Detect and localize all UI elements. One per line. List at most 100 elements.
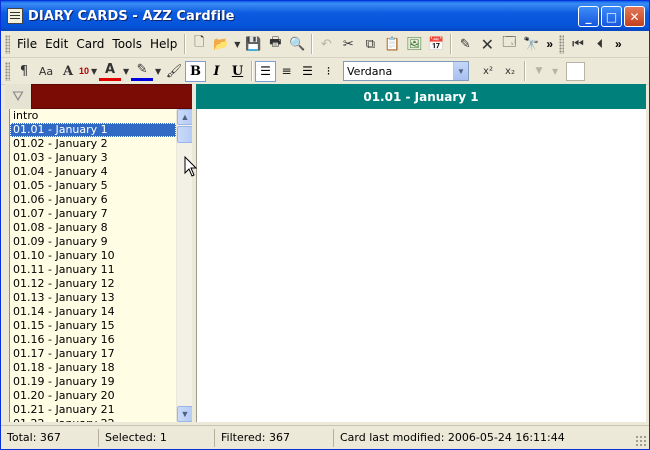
scroll-up-icon[interactable]: ▲ [177, 109, 193, 125]
card-list-item[interactable]: 01.20 - January 20 [10, 389, 176, 403]
card-list-item[interactable]: 01.14 - January 14 [10, 305, 176, 319]
toolbar-grip[interactable] [5, 34, 10, 54]
paragraph-icon[interactable]: ¶ [13, 60, 35, 82]
title-bar[interactable]: DIARY CARDS - AZZ Cardfile _ □ ✕ [1, 1, 649, 31]
format-painter-icon[interactable]: 🖌 [163, 60, 185, 82]
mouse-pointer-icon [184, 156, 198, 177]
close-button[interactable]: ✕ [624, 6, 645, 27]
card-list-item[interactable]: 01.17 - January 17 [10, 347, 176, 361]
scroll-down-icon[interactable]: ▼ [177, 406, 193, 422]
menu-card[interactable]: Card [72, 35, 108, 53]
underline-button[interactable]: U [227, 61, 248, 82]
subscript-icon[interactable]: x₂ [499, 60, 521, 82]
font-color-icon[interactable]: A [99, 61, 122, 81]
minimize-button[interactable]: _ [578, 6, 599, 27]
print-icon[interactable]: 🖶 [264, 33, 286, 55]
toolbar-separator [524, 61, 526, 81]
toolbar-overflow-chevron[interactable]: » [546, 37, 553, 51]
chevron-down-icon[interactable]: ▼ [453, 62, 469, 80]
cardfile-app-icon[interactable] [7, 8, 23, 24]
menu-file[interactable]: File [13, 35, 41, 53]
card-list-item[interactable]: 01.04 - January 4 [10, 165, 176, 179]
card-list-item[interactable]: 01.09 - January 9 [10, 235, 176, 249]
card-list-item[interactable]: 01.18 - January 18 [10, 361, 176, 375]
insert-picture-icon[interactable]: 🖼 [403, 33, 425, 55]
delete-card-icon[interactable]: ✕ [476, 33, 498, 55]
toolbar-grip[interactable] [5, 61, 10, 81]
filter-bar: ⛛ [5, 84, 194, 109]
italic-button[interactable]: I [206, 61, 227, 82]
new-card-icon[interactable]: ✎ [454, 33, 476, 55]
align-center-icon[interactable]: ≡ [276, 61, 297, 82]
nav-toolbar-overflow-chevron[interactable]: » [615, 37, 622, 51]
card-list-item[interactable]: intro [10, 109, 176, 123]
dropdown-arrow-icon[interactable]: ▼ [528, 60, 550, 82]
dropdown-arrow-icon[interactable]: ▼ [232, 33, 242, 55]
bold-button[interactable]: B [185, 60, 207, 82]
font-size-value[interactable]: 10 [79, 66, 89, 76]
card-list-item[interactable]: 01.21 - January 21 [10, 403, 176, 417]
card-list-item[interactable]: 01.07 - January 7 [10, 207, 176, 221]
card-editor[interactable] [196, 109, 646, 422]
card-list-item[interactable]: 01.19 - January 19 [10, 375, 176, 389]
menu-help[interactable]: Help [146, 35, 181, 53]
filter-input[interactable] [31, 84, 194, 109]
app-window: DIARY CARDS - AZZ Cardfile _ □ ✕ File Ed… [0, 0, 650, 450]
color-swatch[interactable] [566, 61, 586, 81]
toolbar-separator [311, 34, 313, 54]
menu-tools[interactable]: Tools [108, 35, 146, 53]
find-binoculars-icon[interactable]: 🔭 [520, 33, 542, 55]
toolbar-separator [450, 34, 452, 54]
maximize-button[interactable]: □ [601, 6, 622, 27]
filter-funnel-icon[interactable]: ⛛ [5, 84, 31, 109]
card-list-item[interactable]: 01.16 - January 16 [10, 333, 176, 347]
paste-icon[interactable]: 📋 [381, 33, 403, 55]
status-last-modified: Card last modified: 2006-05-24 16:11:44 [340, 430, 565, 444]
font-name-select[interactable]: Verdana ▼ [343, 61, 470, 81]
dropdown-arrow-icon[interactable]: ▼ [550, 60, 560, 82]
card-list-item[interactable]: 01.08 - January 8 [10, 221, 176, 235]
card-list-item[interactable]: 01.11 - January 11 [10, 263, 176, 277]
font-size-dropdown-icon[interactable]: ▼ [89, 60, 99, 82]
cut-icon[interactable]: ✂ [337, 33, 359, 55]
card-list-item[interactable]: 01.15 - January 15 [10, 319, 176, 333]
save-icon[interactable]: 💾 [242, 33, 264, 55]
bullet-list-icon[interactable]: ⁝ [318, 61, 339, 82]
copy-icon[interactable]: ⧉ [359, 33, 381, 55]
card-list-item[interactable]: 01.05 - January 5 [10, 179, 176, 193]
status-total: Total: 367 [1, 428, 99, 447]
font-color-dropdown-icon[interactable]: ▼ [121, 60, 131, 82]
print-preview-icon[interactable]: 🔍 [286, 33, 308, 55]
resize-grip-icon[interactable] [635, 435, 647, 447]
card-list-item[interactable]: 01.22 - January 22 [10, 417, 176, 422]
menu-toolbar-row: File Edit Card Tools Help 🗋 📂 ▼ 💾 🖶 🔍 ↶ … [1, 31, 649, 58]
card-list[interactable]: intro 01.01 - January 1 01.02 - January 20… [9, 109, 176, 422]
new-file-icon[interactable]: 🗋 [188, 33, 210, 55]
open-folder-icon[interactable]: 📂 [210, 33, 232, 55]
card-list-item[interactable]: 01.01 - January 1 [10, 123, 176, 137]
card-list-item[interactable]: 01.13 - January 13 [10, 291, 176, 305]
superscript-icon[interactable]: x² [477, 60, 499, 82]
toolbar-grip[interactable] [559, 34, 565, 54]
card-list-item[interactable]: 01.10 - January 10 [10, 249, 176, 263]
status-selected: Selected: 1 [99, 428, 215, 447]
previous-card-icon[interactable]: ⏴ [589, 33, 611, 55]
card-properties-icon[interactable]: 🗔 [498, 33, 520, 55]
card-list-item[interactable]: 01.02 - January 2 [10, 137, 176, 151]
scroll-thumb[interactable] [177, 126, 193, 143]
spell-check-icon[interactable]: Aa [35, 60, 57, 82]
highlight-color-icon[interactable]: ✎ [131, 61, 154, 81]
font-icon[interactable]: A [57, 60, 79, 82]
first-card-icon[interactable]: ⏮ [567, 33, 589, 55]
font-name-value: Verdana [347, 64, 393, 78]
window-controls: _ □ ✕ [578, 6, 645, 27]
insert-date-icon[interactable]: 📅 [425, 33, 447, 55]
card-list-item[interactable]: 01.03 - January 3 [10, 151, 176, 165]
undo-icon[interactable]: ↶ [315, 33, 337, 55]
align-left-icon[interactable]: ☰ [255, 60, 277, 82]
menu-edit[interactable]: Edit [41, 35, 72, 53]
card-list-item[interactable]: 01.12 - January 12 [10, 277, 176, 291]
highlight-dropdown-icon[interactable]: ▼ [153, 60, 163, 82]
card-list-item[interactable]: 01.06 - January 6 [10, 193, 176, 207]
align-right-icon[interactable]: ☰ [297, 61, 318, 82]
